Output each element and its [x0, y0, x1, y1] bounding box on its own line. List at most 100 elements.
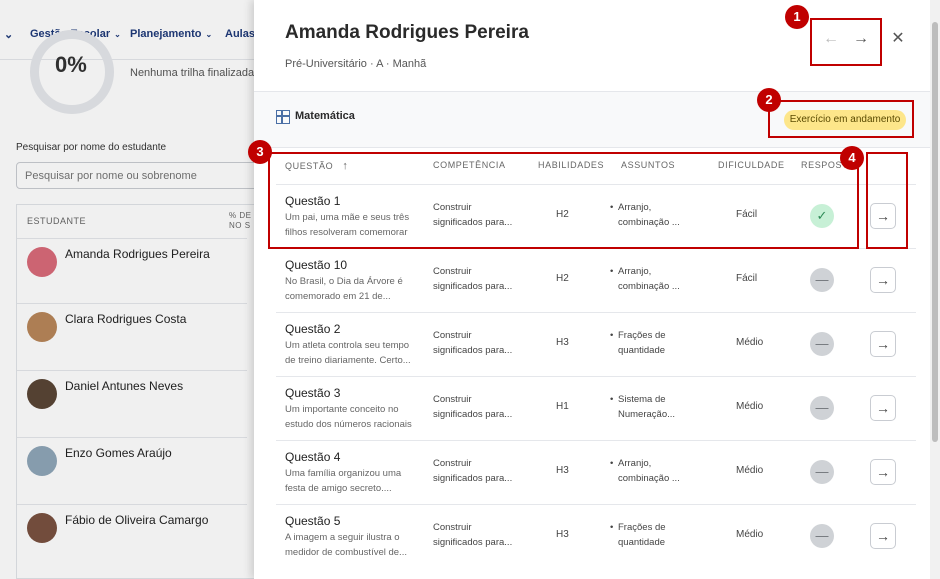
- question-skill: H3: [556, 465, 569, 476]
- no-trail-text: Nenhuma trilha finalizada: [130, 67, 255, 79]
- callout-number: 2: [757, 88, 781, 112]
- question-competence: Construir significados para...: [433, 202, 513, 228]
- table-row[interactable]: Questão 1 Um pai, uma mãe e seus três fi…: [276, 184, 916, 248]
- open-question-button[interactable]: →: [870, 203, 896, 229]
- question-description: Um atleta controla seu tempo de treino d…: [285, 340, 411, 366]
- student-name-title: Amanda Rodrigues Pereira: [285, 22, 529, 43]
- question-difficulty: Médio: [736, 337, 764, 348]
- open-question-button[interactable]: →: [870, 395, 896, 421]
- avatar: [27, 513, 57, 543]
- nav-aulas[interactable]: Aulas: [225, 28, 255, 40]
- header-label: QUESTÃO: [285, 161, 334, 171]
- status-badge: Exercício em andamento: [784, 110, 906, 130]
- questions-table: QUESTÃO ↑ COMPETÊNCIA HABILIDADES ASSUNT…: [276, 148, 926, 579]
- student-name: Fábio de Oliveira Camargo: [65, 513, 209, 527]
- callout-number: 1: [785, 5, 809, 29]
- table-row[interactable]: Questão 5 A imagem a seguir ilustra o me…: [276, 504, 916, 568]
- question-competence: Construir significados para...: [433, 330, 513, 356]
- grid-icon: [276, 110, 290, 124]
- background-page: 0% Nenhuma trilha finalizada Pesquisar p…: [0, 30, 266, 579]
- no-answer-icon: —: [810, 332, 834, 356]
- column-header-topics: ASSUNTOS: [621, 160, 676, 170]
- question-skill: H3: [556, 529, 569, 540]
- question-description: Um importante conceito no estudo dos núm…: [285, 404, 412, 430]
- nav-label: Planejamento: [130, 28, 202, 40]
- progress-value: 0%: [55, 52, 87, 77]
- search-input[interactable]: [16, 162, 266, 189]
- student-row[interactable]: Enzo Gomes Araújo: [17, 437, 247, 504]
- drawer-header: Amanda Rodrigues Pereira Pré-Universitár…: [254, 0, 930, 92]
- avatar: [27, 312, 57, 342]
- column-header-student: ESTUDANTE: [27, 216, 87, 226]
- question-topic: Frações de quantidade: [610, 520, 698, 550]
- nav-chevron-icon[interactable]: ⌄: [4, 28, 13, 41]
- question-competence: Construir significados para...: [433, 458, 513, 484]
- no-answer-icon: —: [810, 524, 834, 548]
- open-question-button[interactable]: →: [870, 331, 896, 357]
- table-row[interactable]: Questão 10 No Brasil, o Dia da Árvore é …: [276, 248, 916, 312]
- no-answer-icon: —: [810, 460, 834, 484]
- question-competence: Construir significados para...: [433, 394, 513, 420]
- open-question-button[interactable]: →: [870, 459, 896, 485]
- column-header-skills: HABILIDADES: [538, 160, 605, 170]
- open-question-button[interactable]: →: [870, 523, 896, 549]
- subject-bar: Matemática Exercício em andamento: [254, 92, 930, 148]
- student-detail-drawer: Amanda Rodrigues Pereira Pré-Universitár…: [254, 0, 930, 579]
- question-title: Questão 3: [285, 386, 341, 400]
- table-row[interactable]: Questão 2 Um atleta controla seu tempo d…: [276, 312, 916, 376]
- search-label: Pesquisar por nome do estudante: [16, 142, 167, 153]
- column-header-question[interactable]: QUESTÃO ↑: [285, 160, 348, 172]
- avatar: [27, 247, 57, 277]
- sort-arrow-icon[interactable]: ↑: [342, 160, 348, 172]
- question-topic: Arranjo, combinação ...: [610, 264, 698, 294]
- question-description: Uma família organizou uma festa de amigo…: [285, 468, 402, 494]
- callout-number: 3: [248, 140, 272, 164]
- question-topic: Arranjo, combinação ...: [610, 456, 698, 486]
- student-table: ESTUDANTE % DE NO S Amanda Rodrigues Per…: [16, 204, 266, 579]
- nav-label: Aulas: [225, 28, 255, 40]
- question-competence: Construir significados para...: [433, 266, 513, 292]
- student-class: Pré-Universitário · A · Manhã: [285, 58, 427, 70]
- student-name: Amanda Rodrigues Pereira: [65, 247, 210, 261]
- column-header-percentage: % DE NO S: [229, 211, 252, 230]
- question-skill: H2: [556, 209, 569, 220]
- question-difficulty: Médio: [736, 529, 764, 540]
- question-difficulty: Médio: [736, 401, 764, 412]
- question-title: Questão 1: [285, 194, 341, 208]
- nav-planejamento[interactable]: Planejamento ⌄: [130, 28, 212, 40]
- question-title: Questão 2: [285, 322, 341, 336]
- question-description: No Brasil, o Dia da Árvore é comemorado …: [285, 276, 403, 302]
- question-skill: H1: [556, 401, 569, 412]
- table-row[interactable]: Questão 4 Uma família organizou uma fest…: [276, 440, 916, 504]
- student-row[interactable]: Amanda Rodrigues Pereira: [17, 238, 247, 305]
- open-question-button[interactable]: →: [870, 267, 896, 293]
- scrollbar[interactable]: [930, 0, 940, 579]
- question-difficulty: Fácil: [736, 209, 758, 220]
- student-row[interactable]: Daniel Antunes Neves: [17, 370, 247, 437]
- question-title: Questão 10: [285, 258, 348, 272]
- table-row[interactable]: Questão 3 Um importante conceito no estu…: [276, 376, 916, 440]
- scroll-thumb[interactable]: [932, 22, 938, 442]
- chevron-down-icon: ⌄: [114, 30, 121, 39]
- chevron-down-icon: ⌄: [205, 30, 213, 39]
- avatar: [27, 446, 57, 476]
- question-description: A imagem a seguir ilustra o medidor de c…: [285, 532, 407, 558]
- previous-student-button[interactable]: ←: [820, 28, 842, 50]
- question-competence: Construir significados para...: [433, 522, 513, 548]
- student-row[interactable]: Clara Rodrigues Costa: [17, 303, 247, 370]
- check-icon: ✓: [810, 204, 834, 228]
- next-student-button[interactable]: →: [850, 28, 872, 50]
- student-name: Enzo Gomes Araújo: [65, 446, 172, 460]
- no-answer-icon: —: [810, 396, 834, 420]
- question-difficulty: Fácil: [736, 273, 758, 284]
- callout-number: 4: [840, 146, 864, 170]
- question-skill: H2: [556, 273, 569, 284]
- student-name: Clara Rodrigues Costa: [65, 312, 187, 326]
- close-button[interactable]: ✕: [887, 28, 909, 50]
- column-header-competence: COMPETÊNCIA: [433, 160, 506, 170]
- question-title: Questão 5: [285, 514, 341, 528]
- avatar: [27, 379, 57, 409]
- question-topic: Sistema de Numeração...: [610, 392, 698, 422]
- student-row[interactable]: Fábio de Oliveira Camargo: [17, 504, 247, 571]
- question-description: Um pai, uma mãe e seus três filhos resol…: [285, 212, 410, 238]
